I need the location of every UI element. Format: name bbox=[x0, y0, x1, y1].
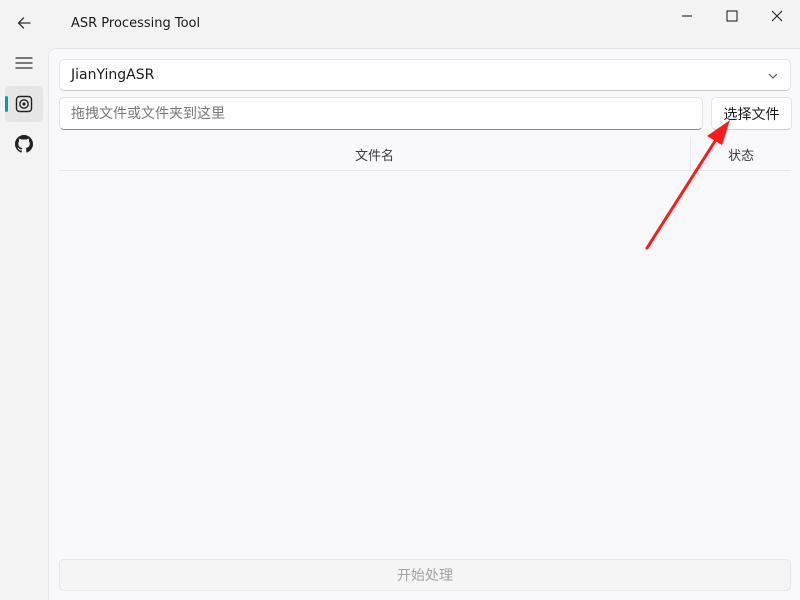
maximize-icon bbox=[726, 10, 738, 22]
file-table: 文件名 状态 bbox=[59, 137, 791, 557]
window-title: ASR Processing Tool bbox=[71, 16, 201, 31]
close-icon bbox=[771, 10, 783, 22]
menu-button[interactable] bbox=[5, 45, 43, 81]
minimize-button[interactable] bbox=[664, 0, 710, 32]
column-header-status[interactable]: 状态 bbox=[691, 137, 791, 171]
chevron-down-icon bbox=[768, 73, 778, 79]
github-icon bbox=[15, 135, 33, 153]
table-header: 文件名 状态 bbox=[59, 137, 791, 171]
selection-indicator bbox=[5, 96, 8, 112]
content-area: JianYingASR 选择文件 文件名 状态 开始处理 bbox=[48, 48, 800, 600]
column-header-filename[interactable]: 文件名 bbox=[59, 137, 691, 171]
start-processing-button[interactable]: 开始处理 bbox=[59, 559, 791, 591]
choose-file-button[interactable]: 选择文件 bbox=[711, 97, 792, 130]
minimize-icon bbox=[682, 15, 692, 17]
nav-item-transcribe[interactable] bbox=[5, 86, 43, 122]
nav-item-github[interactable] bbox=[5, 126, 43, 162]
record-icon bbox=[15, 95, 33, 113]
maximize-button[interactable] bbox=[709, 0, 755, 32]
close-button[interactable] bbox=[754, 0, 800, 32]
back-arrow-icon bbox=[17, 17, 31, 29]
file-drop-input[interactable] bbox=[59, 97, 703, 130]
back-button[interactable] bbox=[5, 5, 43, 41]
asr-engine-value: JianYingASR bbox=[71, 67, 155, 83]
nav-rail bbox=[0, 0, 48, 600]
menu-icon bbox=[15, 57, 33, 69]
asr-engine-select[interactable]: JianYingASR bbox=[59, 59, 791, 91]
